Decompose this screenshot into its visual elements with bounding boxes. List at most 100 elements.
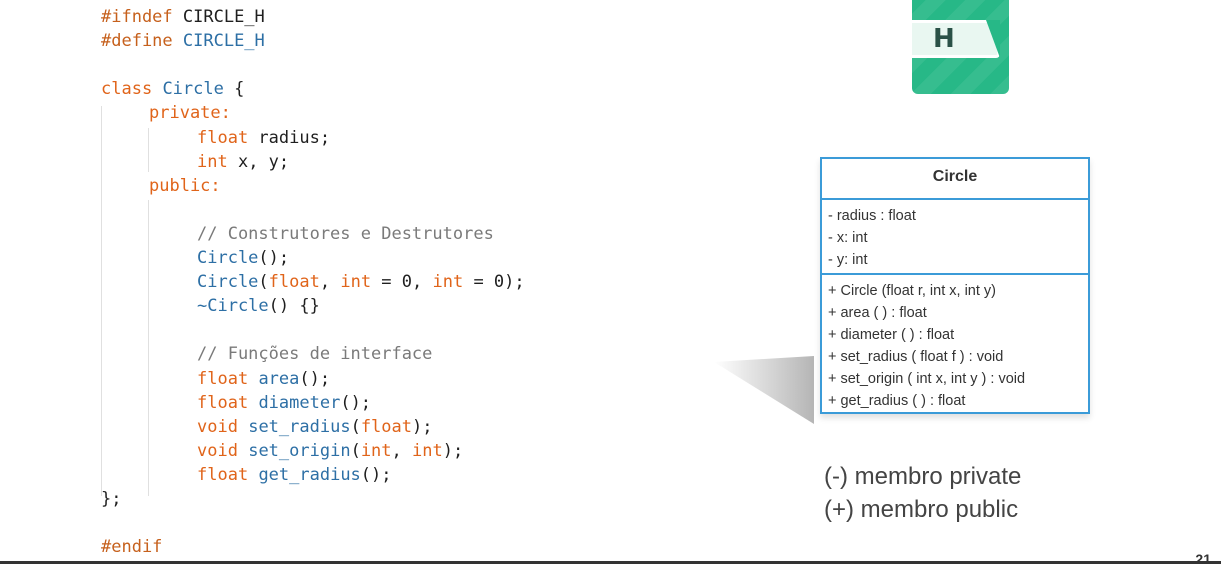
uml-class-diagram: Circle - radius : float - x: int - y: in… (820, 157, 1090, 414)
code-token: ( (258, 272, 269, 293)
code-line: public: (149, 175, 221, 197)
legend-public: (+) membro public (824, 496, 1019, 523)
header-file-icon: H (912, 0, 1009, 94)
code-token: radius; (248, 127, 331, 148)
code-token: int (340, 272, 372, 293)
uml-attribute: - x: int (828, 230, 868, 246)
legend-private: (-) membro private (824, 463, 1022, 490)
code-token: , (391, 440, 413, 461)
code-token: void (197, 440, 238, 461)
code-line: private: (149, 102, 231, 124)
code-token: , (319, 272, 341, 293)
code-token: { (223, 79, 245, 100)
code-token: float (268, 272, 320, 293)
code-line: // Construtores e Destrutores (197, 223, 494, 245)
slide-page-number: 21 (1195, 551, 1211, 564)
code-token: int (360, 440, 392, 461)
code-line: class Circle { (101, 78, 244, 100)
indent-guide-private (148, 128, 149, 172)
code-line: float get_radius(); (197, 464, 392, 486)
code-line: float diameter(); (197, 392, 371, 414)
code-token: Circle (197, 272, 259, 293)
code-token: ( (350, 416, 361, 437)
code-line: }; (101, 488, 121, 510)
code-token: #ifndef (101, 7, 173, 27)
code-token: x, y; (227, 151, 290, 172)
code-token: // Funções de interface (197, 344, 433, 365)
code-token: // Construtores e Destrutores (197, 223, 494, 244)
code-token: Circle (197, 248, 259, 268)
uml-method: + get_radius ( ) : float (828, 393, 966, 409)
uml-method: + diameter ( ) : float (828, 327, 955, 343)
code-line: ~Circle() {} (197, 295, 320, 317)
uml-attribute: - radius : float (828, 208, 916, 224)
code-token: float (197, 368, 249, 389)
code-line: // Funções de interface (197, 343, 432, 365)
header-file-icon-letter: H (933, 24, 955, 54)
code-token: int (432, 272, 464, 293)
code-token: float (197, 464, 249, 485)
code-token: ( (350, 440, 361, 461)
code-token: Circle (162, 79, 224, 100)
code-token: set_radius (248, 416, 351, 437)
uml-method: + set_origin ( int x, int y ) : void (828, 371, 1026, 387)
indent-guide-class (101, 106, 102, 496)
code-token: (); (299, 368, 331, 389)
code-token: float (197, 392, 249, 413)
code-token: (); (340, 392, 372, 413)
indent-guide-public (148, 200, 149, 496)
code-token: #endif (101, 537, 163, 558)
code-token: ); (412, 416, 433, 437)
code-line: Circle(float, int = 0, int = 0); (197, 271, 525, 293)
uml-method: + Circle (float r, int x, int y) (828, 283, 997, 299)
code-token: }; (101, 489, 122, 509)
header-file-icon-notch (986, 20, 1000, 58)
code-line: int x, y; (197, 151, 289, 173)
code-token: CIRCLE_H (172, 7, 265, 27)
diagram-shadow (714, 356, 814, 424)
code-token: int (197, 151, 228, 172)
code-token: ); (442, 440, 464, 461)
code-line: float area(); (197, 368, 330, 390)
code-token: set_origin (248, 440, 351, 461)
uml-method: + area ( ) : float (828, 305, 927, 321)
code-token: = 0, (371, 272, 433, 293)
code-line: void set_origin(int, int); (197, 440, 463, 462)
code-token: private: (149, 103, 231, 124)
code-token: float (360, 416, 412, 437)
code-line: #define CIRCLE_H (101, 30, 265, 52)
code-token: () {} (268, 296, 320, 317)
code-line: Circle(); (197, 247, 289, 269)
code-line: #ifndef CIRCLE_H (101, 6, 265, 28)
code-token: area (258, 368, 300, 389)
code-line: #endif (101, 536, 162, 558)
code-line: float radius; (197, 127, 330, 149)
uml-attribute: - y: int (828, 252, 868, 268)
code-token: ~Circle (197, 296, 269, 317)
code-token: diameter (258, 392, 341, 413)
uml-attributes: - radius : float - x: int - y: int (822, 200, 1088, 275)
code-token: void (197, 416, 238, 437)
code-token: public: (149, 175, 221, 196)
code-token: (); (258, 248, 290, 268)
code-token: class (101, 79, 153, 100)
uml-methods: + Circle (float r, int x, int y) + area … (822, 275, 1088, 412)
uml-class-name: Circle (822, 159, 1088, 200)
header-file-icon-tag: H (912, 20, 1000, 58)
code-token: = 0); (463, 272, 525, 293)
code-token: float (197, 127, 249, 148)
code-token: int (412, 440, 443, 461)
code-line: void set_radius(float); (197, 416, 432, 438)
code-token: CIRCLE_H (172, 31, 265, 52)
code-token: #define (101, 31, 173, 52)
visibility-legend: (-) membro private (+) membro public (824, 460, 1021, 526)
code-token: (); (360, 464, 392, 485)
uml-method: + set_radius ( float f ) : void (828, 349, 1004, 365)
code-token: get_radius (258, 464, 361, 485)
